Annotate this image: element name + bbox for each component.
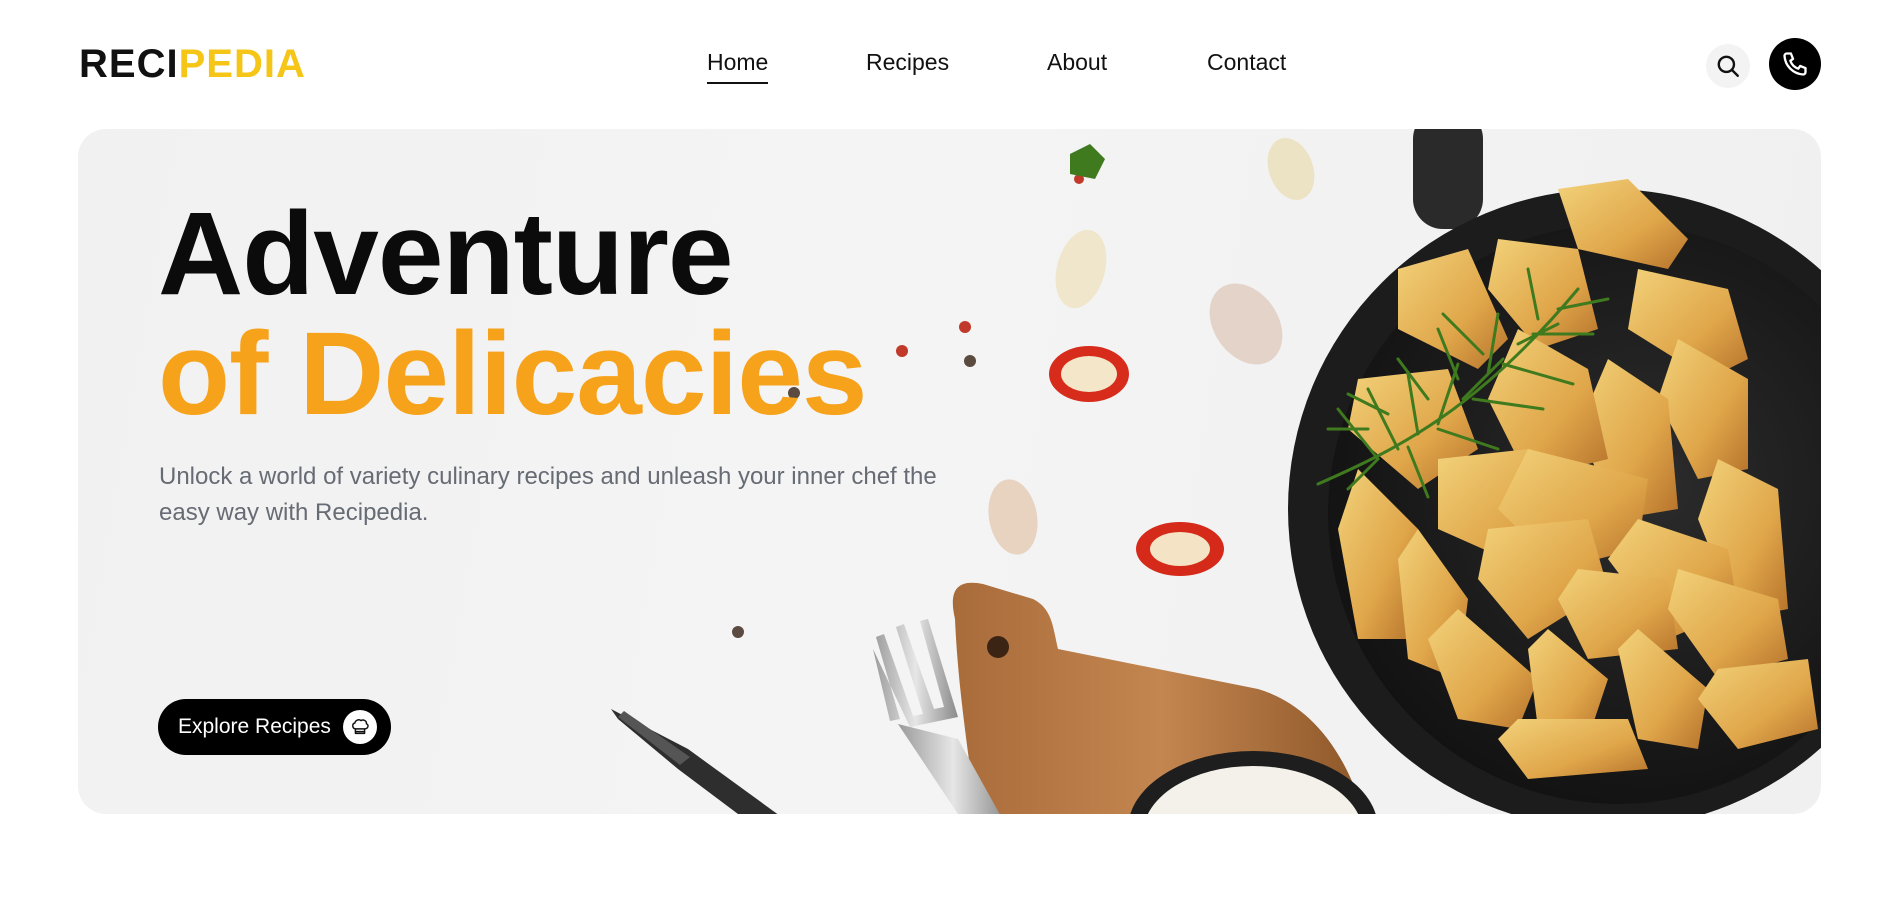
- nav-contact[interactable]: Contact: [1207, 46, 1286, 78]
- explore-recipes-button[interactable]: Explore Recipes: [158, 699, 391, 755]
- hero-title-line-1: Adventure: [158, 188, 734, 320]
- nav-home[interactable]: Home: [707, 46, 769, 84]
- nav-about[interactable]: About: [1047, 46, 1107, 78]
- hero-banner: Adventure of Delicacies Unlock a world o…: [78, 129, 1821, 814]
- search-icon: [1717, 55, 1739, 77]
- hero-subtitle: Unlock a world of variety culinary recip…: [159, 463, 937, 526]
- chef-hat-icon: [342, 710, 377, 744]
- phone-icon: [1783, 52, 1807, 76]
- main-nav: Home Recipes About Contact: [0, 46, 1898, 86]
- explore-recipes-label: Explore Recipes: [178, 715, 331, 738]
- hero-title-line-2: of Delicacies: [158, 308, 867, 440]
- phone-button[interactable]: [1769, 38, 1821, 90]
- nav-recipes[interactable]: Recipes: [866, 46, 949, 78]
- search-button[interactable]: [1706, 44, 1750, 88]
- site-header: RECIPEDIA Home Recipes About Contact: [0, 0, 1898, 128]
